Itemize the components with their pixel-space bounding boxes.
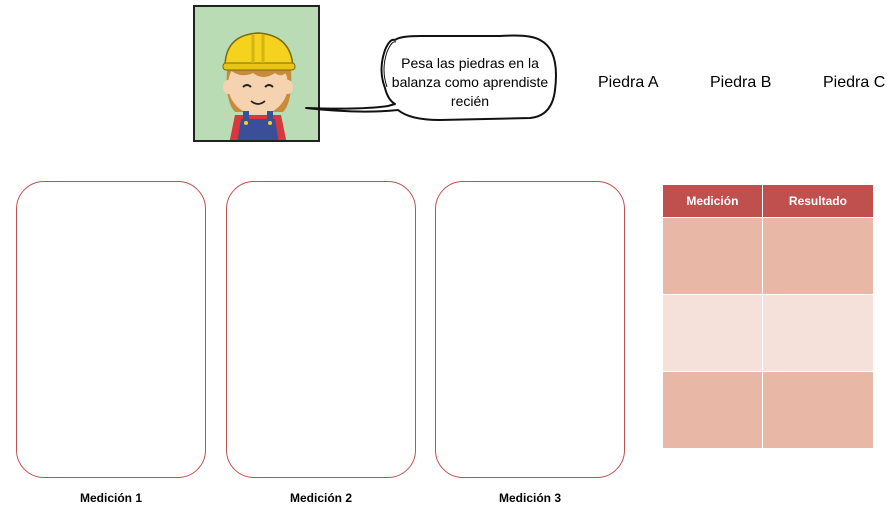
stone-b-label: Piedra B [710, 74, 772, 91]
table-row [662, 217, 875, 295]
table-cell[interactable] [662, 371, 763, 449]
measurement-label-1: Medición 1 [79, 491, 142, 505]
results-table: Medición Resultado [662, 184, 875, 449]
table-row [662, 371, 875, 449]
table-cell[interactable] [761, 294, 875, 372]
table-row [662, 294, 875, 372]
stone-c-label: Piedra C [823, 74, 886, 91]
measurement-box-3[interactable] [435, 181, 625, 478]
table-cell[interactable] [761, 371, 875, 449]
measurement-label-2: Medición 2 [289, 491, 352, 505]
table-cell[interactable] [662, 294, 763, 372]
speech-bubble-text: Pesa las piedras en la balanza como apre… [391, 55, 549, 109]
table-header-row: Medición Resultado [662, 184, 875, 218]
measurement-box-1[interactable] [16, 181, 206, 478]
table-cell[interactable] [761, 217, 875, 295]
header-medicion: Medición [662, 184, 763, 218]
header-resultado: Resultado [761, 184, 875, 218]
stone-a-label: Piedra A [598, 74, 659, 91]
table-cell[interactable] [662, 217, 763, 295]
measurement-box-2[interactable] [226, 181, 416, 478]
measurement-label-3: Medición 3 [498, 491, 561, 505]
